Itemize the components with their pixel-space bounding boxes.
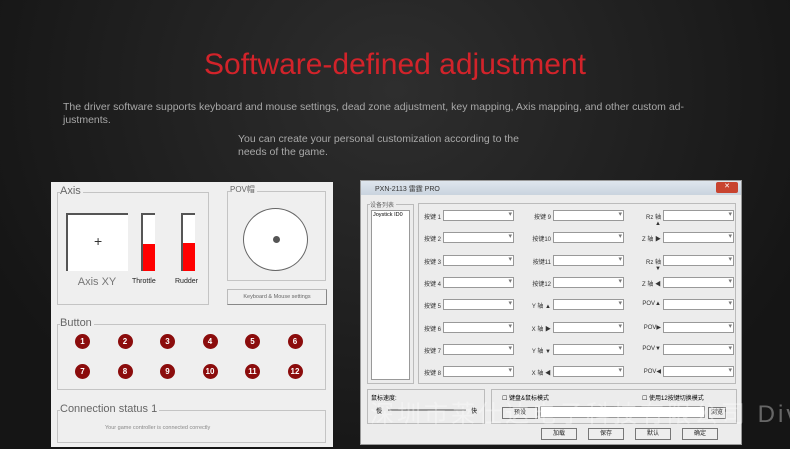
mapping-select[interactable]: [553, 210, 624, 221]
joystick-button-12: 12: [287, 364, 303, 379]
rudder-label: Rudder: [175, 278, 198, 285]
axis-xy-label: Axis XY: [77, 276, 117, 288]
connection-group: Connection status 1 Your game controller…: [57, 403, 326, 443]
mapping-select[interactable]: [443, 254, 514, 266]
mapping-select[interactable]: [663, 254, 734, 266]
mapping-label: POV▶: [643, 324, 661, 331]
pov-circle: [243, 208, 308, 271]
mapping-select[interactable]: [663, 276, 734, 288]
device-list-label: 设备列表: [370, 200, 397, 209]
mapping-select[interactable]: [553, 299, 624, 311]
mapping-label: 按键 7: [423, 348, 441, 355]
joystick-button-8: 8: [117, 364, 133, 379]
mapping-select[interactable]: [553, 321, 624, 333]
keyboard-mouse-settings-button[interactable]: Keyboard & Mouse settings: [227, 289, 327, 305]
mapping-select[interactable]: [553, 343, 624, 355]
rudder-bar: [181, 213, 195, 271]
mapping-label: 按键 4: [423, 281, 441, 288]
mapping-label: 按键 1: [423, 215, 441, 221]
axis-label: Axis: [60, 185, 83, 197]
mapping-label: 按键 9: [533, 215, 551, 221]
mapping-label: Y 轴 ▼: [531, 348, 551, 355]
pov-label: POV帽: [230, 184, 257, 195]
mapping-label: 按键 2: [423, 237, 441, 244]
throttle-label: Throttle: [132, 278, 156, 285]
mapping-select[interactable]: [663, 366, 734, 378]
mapping-label: X 轴 ▶: [531, 326, 551, 333]
mapping-select[interactable]: [443, 366, 514, 378]
mapping-label: 按键10: [532, 237, 551, 244]
mapping-label: POV▼: [642, 345, 661, 352]
mapping-label: Z 轴 ◀: [642, 281, 661, 288]
mapping-label: 按键 3: [423, 259, 441, 266]
mapping-select[interactable]: [663, 210, 734, 221]
joystick-button-3: 3: [160, 334, 175, 349]
dialog-button-2[interactable]: 默认: [635, 428, 671, 440]
controller-panel: Axis + Axis XY Throttle Rudder POV帽 Keyb…: [51, 182, 333, 447]
mapping-label: Z 轴 ▶: [642, 237, 661, 244]
mapping-label: 按键11: [532, 259, 551, 266]
mapping-label: POV◀: [643, 369, 661, 376]
mapping-select[interactable]: [443, 299, 514, 311]
mapping-select[interactable]: [443, 232, 514, 244]
mapping-select[interactable]: [553, 232, 624, 244]
title-bar: PXN-2113 雷霆 PRO ✕: [361, 181, 741, 195]
button-group: Button 1 2 3 4 5 6 7 8 9 10 11 12: [57, 317, 326, 390]
connection-label: Connection status 1: [60, 403, 160, 415]
joystick-button-5: 5: [245, 334, 260, 349]
mapping-label: 按键12: [532, 281, 551, 288]
joystick-button-2: 2: [117, 334, 133, 349]
mapping-select[interactable]: [553, 276, 624, 288]
mapping-select[interactable]: [443, 321, 514, 333]
mapping-label: X 轴 ◀: [531, 371, 551, 378]
mapping-label: Rz 轴 ▲: [645, 215, 661, 227]
mapping-select[interactable]: [663, 232, 734, 244]
mapping-label: 按键 5: [423, 304, 441, 311]
joystick-button-10: 10: [202, 364, 218, 379]
device-list-group: 设备列表 Joystick ID0: [367, 200, 414, 384]
joystick-button-9: 9: [160, 364, 175, 379]
description-2: You can create your personal customizati…: [238, 133, 519, 158]
dialog-button-0[interactable]: 加载: [541, 428, 577, 440]
mapping-select[interactable]: [553, 254, 624, 266]
device-list[interactable]: Joystick ID0: [371, 210, 410, 380]
mapping-group: 按键 1 按键 2 按键 3 按键 4 按键 5 按键 6 按键 7 按键 8 按键 9 按键10…: [418, 203, 736, 384]
page-title: Software-defined adjustment: [204, 48, 586, 81]
mapping-select[interactable]: [663, 299, 734, 311]
dialog-button-1[interactable]: 保存: [588, 428, 624, 440]
mapping-label: Y 轴 ▲: [531, 304, 551, 311]
close-button[interactable]: ✕: [716, 182, 738, 193]
mapping-select[interactable]: [553, 366, 624, 378]
mapping-select[interactable]: [443, 210, 514, 221]
throttle-bar: [141, 213, 155, 271]
mapping-select[interactable]: [663, 321, 734, 333]
joystick-button-4: 4: [202, 334, 218, 349]
device-item[interactable]: Joystick ID0: [373, 212, 403, 218]
mapping-label: 按键 6: [423, 326, 441, 333]
axis-group: Axis + Axis XY Throttle Rudder: [57, 185, 209, 305]
mapping-select[interactable]: [443, 276, 514, 288]
joystick-button-1: 1: [75, 334, 90, 349]
mapping-select[interactable]: [443, 343, 514, 355]
mapping-label: 按键 8: [423, 371, 441, 378]
axis-xy-box: +: [66, 213, 128, 271]
pov-group: POV帽: [227, 184, 326, 281]
watermark: 深圳市莱仕达电子科技有限公司 Division: [370, 401, 790, 428]
dialog-button-3[interactable]: 确定: [682, 428, 718, 440]
joystick-button-7: 7: [75, 364, 90, 379]
connection-status-text: Your game controller is connected correc…: [105, 425, 211, 431]
joystick-button-11: 11: [245, 364, 260, 379]
mapping-label: Rz 轴 ▼: [645, 259, 661, 272]
description: The driver software supports keyboard an…: [63, 101, 685, 126]
joystick-button-6: 6: [287, 334, 303, 349]
window-title: PXN-2113 雷霆 PRO: [375, 186, 440, 193]
mapping-label: POV▲: [642, 301, 661, 308]
mapping-select[interactable]: [663, 343, 734, 355]
button-label: Button: [60, 317, 94, 329]
